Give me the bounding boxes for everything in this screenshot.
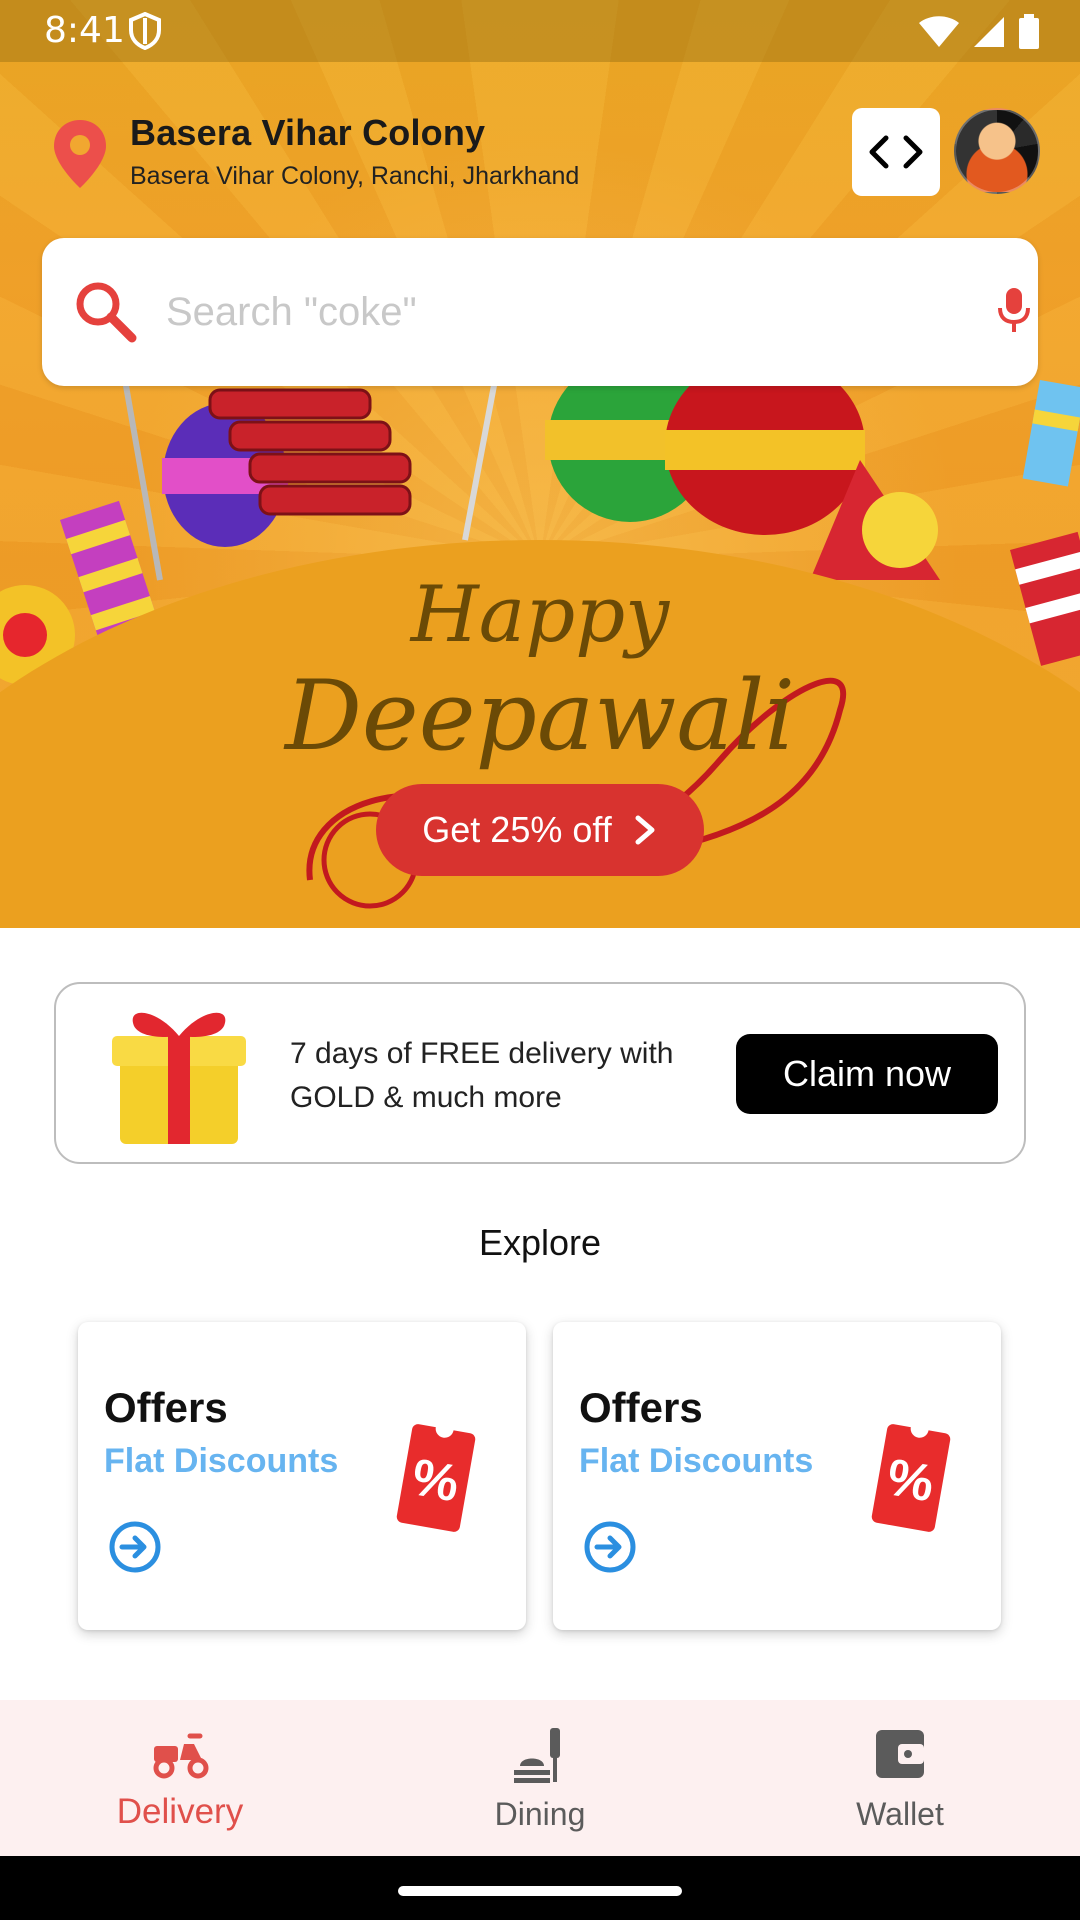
dining-icon: [514, 1728, 560, 1783]
arrow-circle-right-icon[interactable]: [108, 1520, 162, 1574]
status-time: 8:41: [44, 10, 125, 51]
gift-icon: [112, 1012, 246, 1144]
search-icon: [76, 282, 137, 343]
card-title: Offers: [579, 1384, 703, 1431]
system-gesture-bar: [0, 1856, 1080, 1920]
location-selector[interactable]: Basera Vihar Colony Basera Vihar Colony,…: [52, 112, 579, 191]
nav-item-wallet[interactable]: Wallet: [720, 1700, 1080, 1856]
nav-item-dining[interactable]: Dining: [360, 1700, 720, 1856]
get-offer-button[interactable]: Get 25% off: [376, 784, 704, 876]
discount-coupon-icon: %: [871, 1422, 951, 1532]
code-icon: [869, 135, 923, 169]
nav-label-dining: Dining: [494, 1796, 586, 1832]
microphone-icon[interactable]: [996, 286, 1032, 334]
location-text: Basera Vihar Colony Basera Vihar Colony,…: [130, 112, 579, 191]
claim-now-button[interactable]: Claim now: [736, 1034, 998, 1114]
shield-icon: [129, 12, 161, 50]
nav-label-delivery: Delivery: [116, 1792, 244, 1831]
search-input[interactable]: [166, 282, 946, 342]
home-gesture-handle[interactable]: [398, 1886, 682, 1896]
search-bar[interactable]: [42, 238, 1038, 386]
hero-banner: Happy Deepawali Get 25% off 8:41 Basera …: [0, 0, 1080, 928]
battery-icon: [1019, 14, 1039, 49]
wallet-icon: [876, 1730, 924, 1778]
nav-item-delivery[interactable]: Delivery: [0, 1700, 360, 1856]
scooter-icon: [153, 1733, 209, 1779]
status-bar: 8:41: [0, 0, 1080, 62]
chevron-right-icon: [635, 815, 655, 845]
location-pin-icon: [54, 120, 106, 188]
banner-greeting-line1: Happy: [410, 570, 670, 660]
banner-greeting-line2: Deepawali: [284, 660, 796, 772]
card-subtitle: Flat Discounts: [104, 1442, 339, 1480]
code-button[interactable]: [852, 108, 940, 196]
gold-promo-card: 7 days of FREE delivery with GOLD & much…: [54, 982, 1026, 1164]
bottom-navigation: Delivery Dining Wallet: [0, 1700, 1080, 1856]
location-subtitle: Basera Vihar Colony, Ranchi, Jharkhand: [130, 162, 580, 190]
gold-promo-text: 7 days of FREE delivery with GOLD & much…: [290, 1037, 674, 1114]
arrow-circle-right-icon[interactable]: [583, 1520, 637, 1574]
explore-heading: Explore: [478, 1222, 602, 1263]
offers-card[interactable]: Offers Flat Discounts %: [78, 1322, 526, 1630]
card-title: Offers: [104, 1384, 228, 1431]
card-subtitle: Flat Discounts: [579, 1442, 814, 1480]
wifi-icon: [919, 16, 959, 47]
discount-coupon-icon: %: [396, 1422, 476, 1532]
status-icons: [918, 14, 1040, 50]
cellular-signal-icon: [974, 17, 1004, 47]
nav-label-wallet: Wallet: [856, 1796, 944, 1832]
profile-avatar[interactable]: [954, 108, 1040, 194]
offers-card[interactable]: Offers Flat Discounts %: [553, 1322, 1001, 1630]
location-title: Basera Vihar Colony: [130, 112, 486, 153]
get-offer-label: Get 25% off: [422, 809, 612, 850]
